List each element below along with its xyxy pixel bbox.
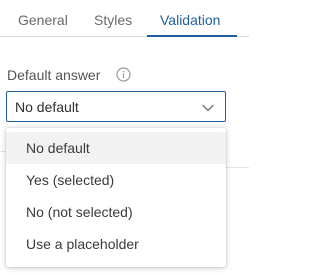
default-answer-label: Default answer xyxy=(7,67,101,83)
info-circle-icon[interactable] xyxy=(116,67,131,82)
active-tab-indicator xyxy=(147,35,237,37)
field-settings-panel: General Styles Validation Default answer… xyxy=(0,0,249,274)
selected-value: No default xyxy=(15,99,79,115)
option-yes-selected[interactable]: Yes (selected) xyxy=(6,164,226,196)
background-divider xyxy=(226,167,249,168)
option-no-not-selected[interactable]: No (not selected) xyxy=(6,196,226,228)
option-use-placeholder[interactable]: Use a placeholder xyxy=(6,228,226,260)
default-answer-select[interactable]: No default xyxy=(6,91,226,122)
option-label: Yes (selected) xyxy=(26,172,115,188)
option-label: No (not selected) xyxy=(26,204,133,220)
option-label: Use a placeholder xyxy=(26,236,139,252)
tab-general[interactable]: General xyxy=(18,11,68,29)
tab-bar: General Styles Validation xyxy=(0,0,249,37)
tab-styles[interactable]: Styles xyxy=(94,11,132,29)
option-no-default[interactable]: No default xyxy=(6,132,226,164)
tab-validation[interactable]: Validation xyxy=(160,11,220,29)
option-label: No default xyxy=(26,140,90,156)
dropdown-menu: No default Yes (selected) No (not select… xyxy=(6,128,226,267)
chevron-down-icon xyxy=(201,101,215,113)
